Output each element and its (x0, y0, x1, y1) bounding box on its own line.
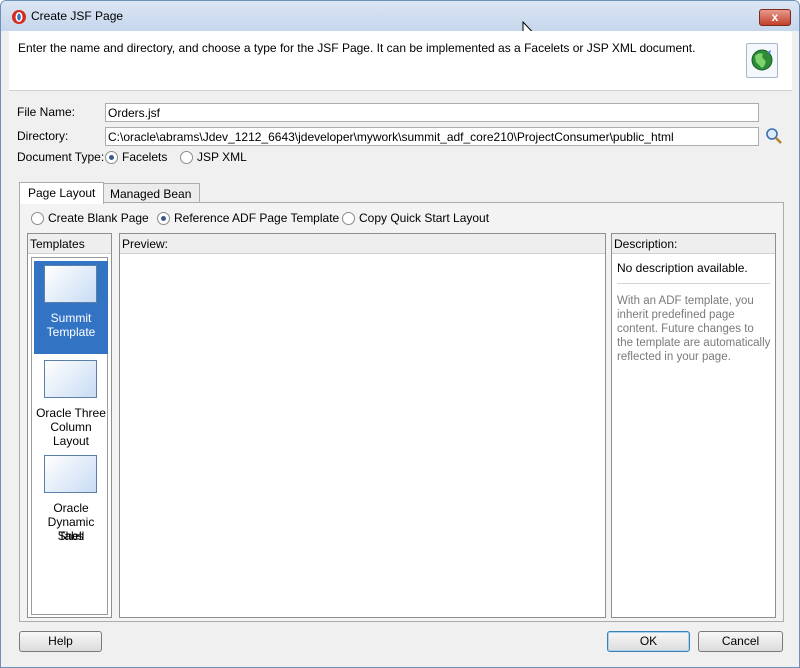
ok-button[interactable]: OK (607, 631, 690, 652)
page-layout-panel: Create Blank Page Reference ADF Page Tem… (19, 202, 784, 622)
tab-managed-bean-label: Managed Bean (110, 187, 192, 201)
directory-input[interactable] (105, 127, 759, 146)
description-hint: With an ADF template, you inherit predef… (617, 295, 771, 363)
oracle-jdeveloper-icon (12, 10, 26, 24)
copy-quick-start-label[interactable]: Copy Quick Start Layout (359, 211, 489, 225)
help-button[interactable]: Help (19, 631, 102, 652)
description-divider (617, 283, 770, 284)
template-summit[interactable]: Summit Template (34, 261, 108, 354)
document-type-label: Document Type: (17, 150, 105, 164)
jsf-page-icon (746, 43, 778, 78)
preview-pane: Preview: (119, 233, 606, 618)
browse-search-icon[interactable] (765, 127, 783, 145)
template-thumbnail-icon (44, 360, 97, 398)
template-oracle-dynamic-tabs[interactable]: Oracle Dynamic Tabs Shell (34, 451, 108, 544)
preview-header: Preview: (120, 234, 605, 254)
file-name-label: File Name: (17, 105, 76, 119)
description-text: No description available. (617, 261, 748, 275)
create-blank-page-radio[interactable] (31, 212, 44, 225)
create-jsf-page-dialog: Create JSF Page x Enter the name and dir… (0, 0, 800, 668)
tab-page-layout-label: Page Layout (28, 186, 96, 200)
globe-icon (751, 49, 773, 71)
templates-pane: Templates Summit Template Oracle Three C… (27, 233, 112, 618)
title-bar[interactable]: Create JSF Page x (1, 1, 799, 31)
tab-managed-bean[interactable]: Managed Bean (101, 183, 201, 204)
reference-adf-template-radio[interactable] (157, 212, 170, 225)
cancel-button[interactable]: Cancel (698, 631, 783, 652)
facelets-radio[interactable] (105, 151, 118, 164)
close-button[interactable]: x (759, 9, 791, 26)
templates-list[interactable]: Summit Template Oracle Three Column Layo… (31, 257, 108, 615)
create-blank-page-label[interactable]: Create Blank Page (48, 211, 149, 225)
description-pane: Description: No description available. W… (611, 233, 776, 618)
template-thumbnail-icon (44, 455, 97, 493)
copy-quick-start-radio[interactable] (342, 212, 355, 225)
close-icon: x (771, 10, 779, 24)
facelets-radio-label[interactable]: Facelets (122, 150, 167, 164)
templates-header: Templates (28, 234, 111, 254)
template-thumbnail-icon (44, 265, 97, 303)
window-title: Create JSF Page (31, 9, 124, 23)
file-name-input[interactable] (105, 103, 759, 122)
tab-page-layout[interactable]: Page Layout (19, 182, 105, 204)
description-header: Description: (612, 234, 775, 254)
reference-adf-template-label[interactable]: Reference ADF Page Template (174, 211, 339, 225)
template-oracle-three-column[interactable]: Oracle Three Column Layout (34, 356, 108, 449)
header-description: Enter the name and directory, and choose… (18, 41, 696, 55)
directory-label: Directory: (17, 129, 69, 143)
header-area: Enter the name and directory, and choose… (9, 31, 792, 91)
jsp-xml-radio[interactable] (180, 151, 193, 164)
jsp-xml-radio-label[interactable]: JSP XML (197, 150, 247, 164)
